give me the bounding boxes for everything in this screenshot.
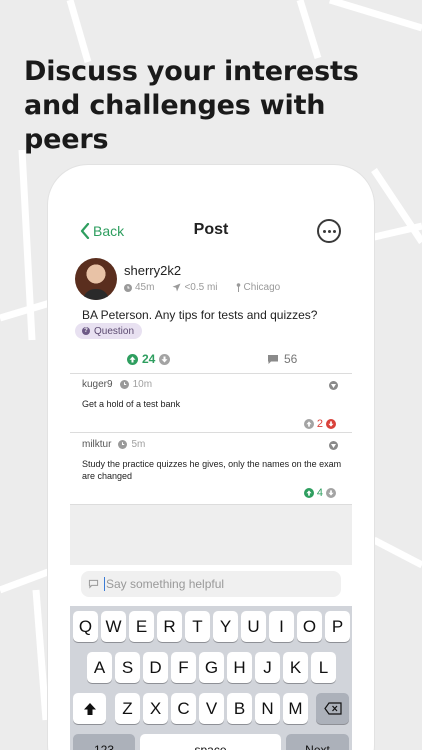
key-x[interactable]: X: [143, 693, 168, 724]
numbers-key[interactable]: 123: [73, 734, 135, 750]
keyboard: Q W E R T Y U I O P A S D F G H J K L Z …: [70, 606, 352, 750]
key-p[interactable]: P: [325, 611, 350, 642]
next-key[interactable]: Next: [286, 734, 349, 750]
tag-label: Question: [94, 325, 135, 337]
clock-icon: [124, 283, 132, 292]
key-y[interactable]: Y: [213, 611, 238, 642]
upvote-icon[interactable]: [303, 419, 314, 429]
comment-options-icon[interactable]: [329, 381, 338, 390]
post-time-group: 45m: [124, 282, 163, 293]
post-stats: 24 56: [48, 349, 374, 369]
key-u[interactable]: U: [241, 611, 266, 642]
post-username[interactable]: sherry2k2: [124, 263, 181, 278]
question-icon: ?: [82, 327, 90, 335]
comment-header: milktur 5m: [82, 439, 145, 450]
comment-count[interactable]: 56: [267, 352, 297, 366]
upvote-icon[interactable]: [303, 488, 314, 498]
key-a[interactable]: A: [87, 652, 112, 683]
post-meta: 45m <0.5 mi Chicago: [124, 282, 298, 293]
more-options-button[interactable]: [317, 219, 341, 243]
post-location: Chicago: [243, 282, 281, 293]
post-time: 45m: [135, 282, 155, 293]
comment-count-value: 56: [284, 352, 298, 366]
key-t[interactable]: T: [185, 611, 210, 642]
comment-text: Study the practice quizzes he gives, onl…: [82, 459, 342, 481]
more-options-icon: [322, 229, 326, 233]
post-distance: <0.5 mi: [184, 282, 218, 293]
key-i[interactable]: I: [269, 611, 294, 642]
comment-item: milktur 5m Study the practice quizzes he…: [70, 439, 352, 505]
post-author: sherry2k2 45m <0.5 mi Chicago: [75, 258, 355, 302]
comment-input[interactable]: Say something helpful: [81, 571, 341, 597]
downvote-icon[interactable]: [159, 353, 171, 365]
downvote-icon[interactable]: [326, 488, 336, 498]
shift-key[interactable]: [73, 693, 106, 724]
comment-vote-count: 2: [316, 418, 323, 430]
key-s[interactable]: S: [115, 652, 140, 683]
shift-icon: [83, 702, 96, 715]
comments-empty-area: [70, 505, 352, 565]
comment-time: 10m: [132, 379, 153, 390]
divider: [70, 373, 352, 374]
comment-votes: 2: [301, 418, 339, 430]
key-c[interactable]: C: [171, 693, 196, 724]
key-l[interactable]: L: [311, 652, 336, 683]
comment-text: Get a hold of a test bank: [82, 399, 181, 409]
clock-icon: [119, 380, 129, 389]
text-caret: [104, 577, 105, 591]
comment-header: kuger9 10m: [82, 379, 152, 390]
key-n[interactable]: N: [255, 693, 280, 724]
key-e[interactable]: E: [129, 611, 154, 642]
key-h[interactable]: H: [227, 652, 252, 683]
key-m[interactable]: M: [283, 693, 308, 724]
backspace-icon: [323, 702, 342, 715]
more-dot: [327, 229, 331, 233]
comment-vote-count: 4: [316, 487, 323, 499]
location-arrow-icon: [172, 283, 181, 292]
key-f[interactable]: F: [171, 652, 196, 683]
post-distance-group: <0.5 mi: [172, 282, 226, 293]
key-w[interactable]: W: [101, 611, 126, 642]
marketing-headline: Discuss your interests and challenges wi…: [24, 56, 359, 155]
avatar-shirt: [83, 289, 109, 300]
space-key[interactable]: space: [140, 734, 281, 750]
post-votes: 24: [123, 352, 174, 366]
comment-time: 5m: [131, 439, 146, 450]
question-tag[interactable]: ? Question: [75, 323, 143, 339]
key-o[interactable]: O: [297, 611, 322, 642]
comment-username[interactable]: kuger9: [82, 379, 113, 390]
avatar[interactable]: [75, 258, 117, 300]
comment-input-placeholder: Say something helpful: [106, 577, 225, 591]
downvote-icon[interactable]: [326, 419, 336, 429]
key-k[interactable]: K: [283, 652, 308, 683]
comment-options-icon[interactable]: [329, 441, 338, 450]
post-body: BA Peterson. Any tips for tests and quiz…: [82, 308, 318, 322]
key-z[interactable]: Z: [115, 693, 140, 724]
key-b[interactable]: B: [227, 693, 252, 724]
comment-votes: 4: [301, 487, 339, 499]
key-v[interactable]: V: [199, 693, 224, 724]
key-g[interactable]: G: [199, 652, 224, 683]
backspace-key[interactable]: [316, 693, 349, 724]
key-j[interactable]: J: [255, 652, 280, 683]
post-vote-count: 24: [142, 352, 156, 366]
upvote-icon[interactable]: [127, 353, 138, 365]
key-d[interactable]: D: [143, 652, 168, 683]
comment-bubble-icon: [268, 354, 278, 364]
nav-bar: Back Post: [48, 215, 374, 251]
clock-icon: [118, 440, 128, 449]
key-q[interactable]: Q: [73, 611, 98, 642]
key-r[interactable]: R: [157, 611, 182, 642]
comment-item: kuger9 10m Get a hold of a test bank 2: [70, 379, 352, 433]
more-dot: [332, 229, 336, 233]
divider: [70, 432, 352, 433]
comment-bubble-icon: [88, 579, 99, 589]
phone-screen: Back Post sherry2k2 45m <0.5 mi Chicago …: [48, 165, 374, 750]
comment-username[interactable]: milktur: [82, 439, 111, 450]
post-location-group: Chicago: [236, 282, 290, 293]
pin-icon: [236, 283, 240, 292]
